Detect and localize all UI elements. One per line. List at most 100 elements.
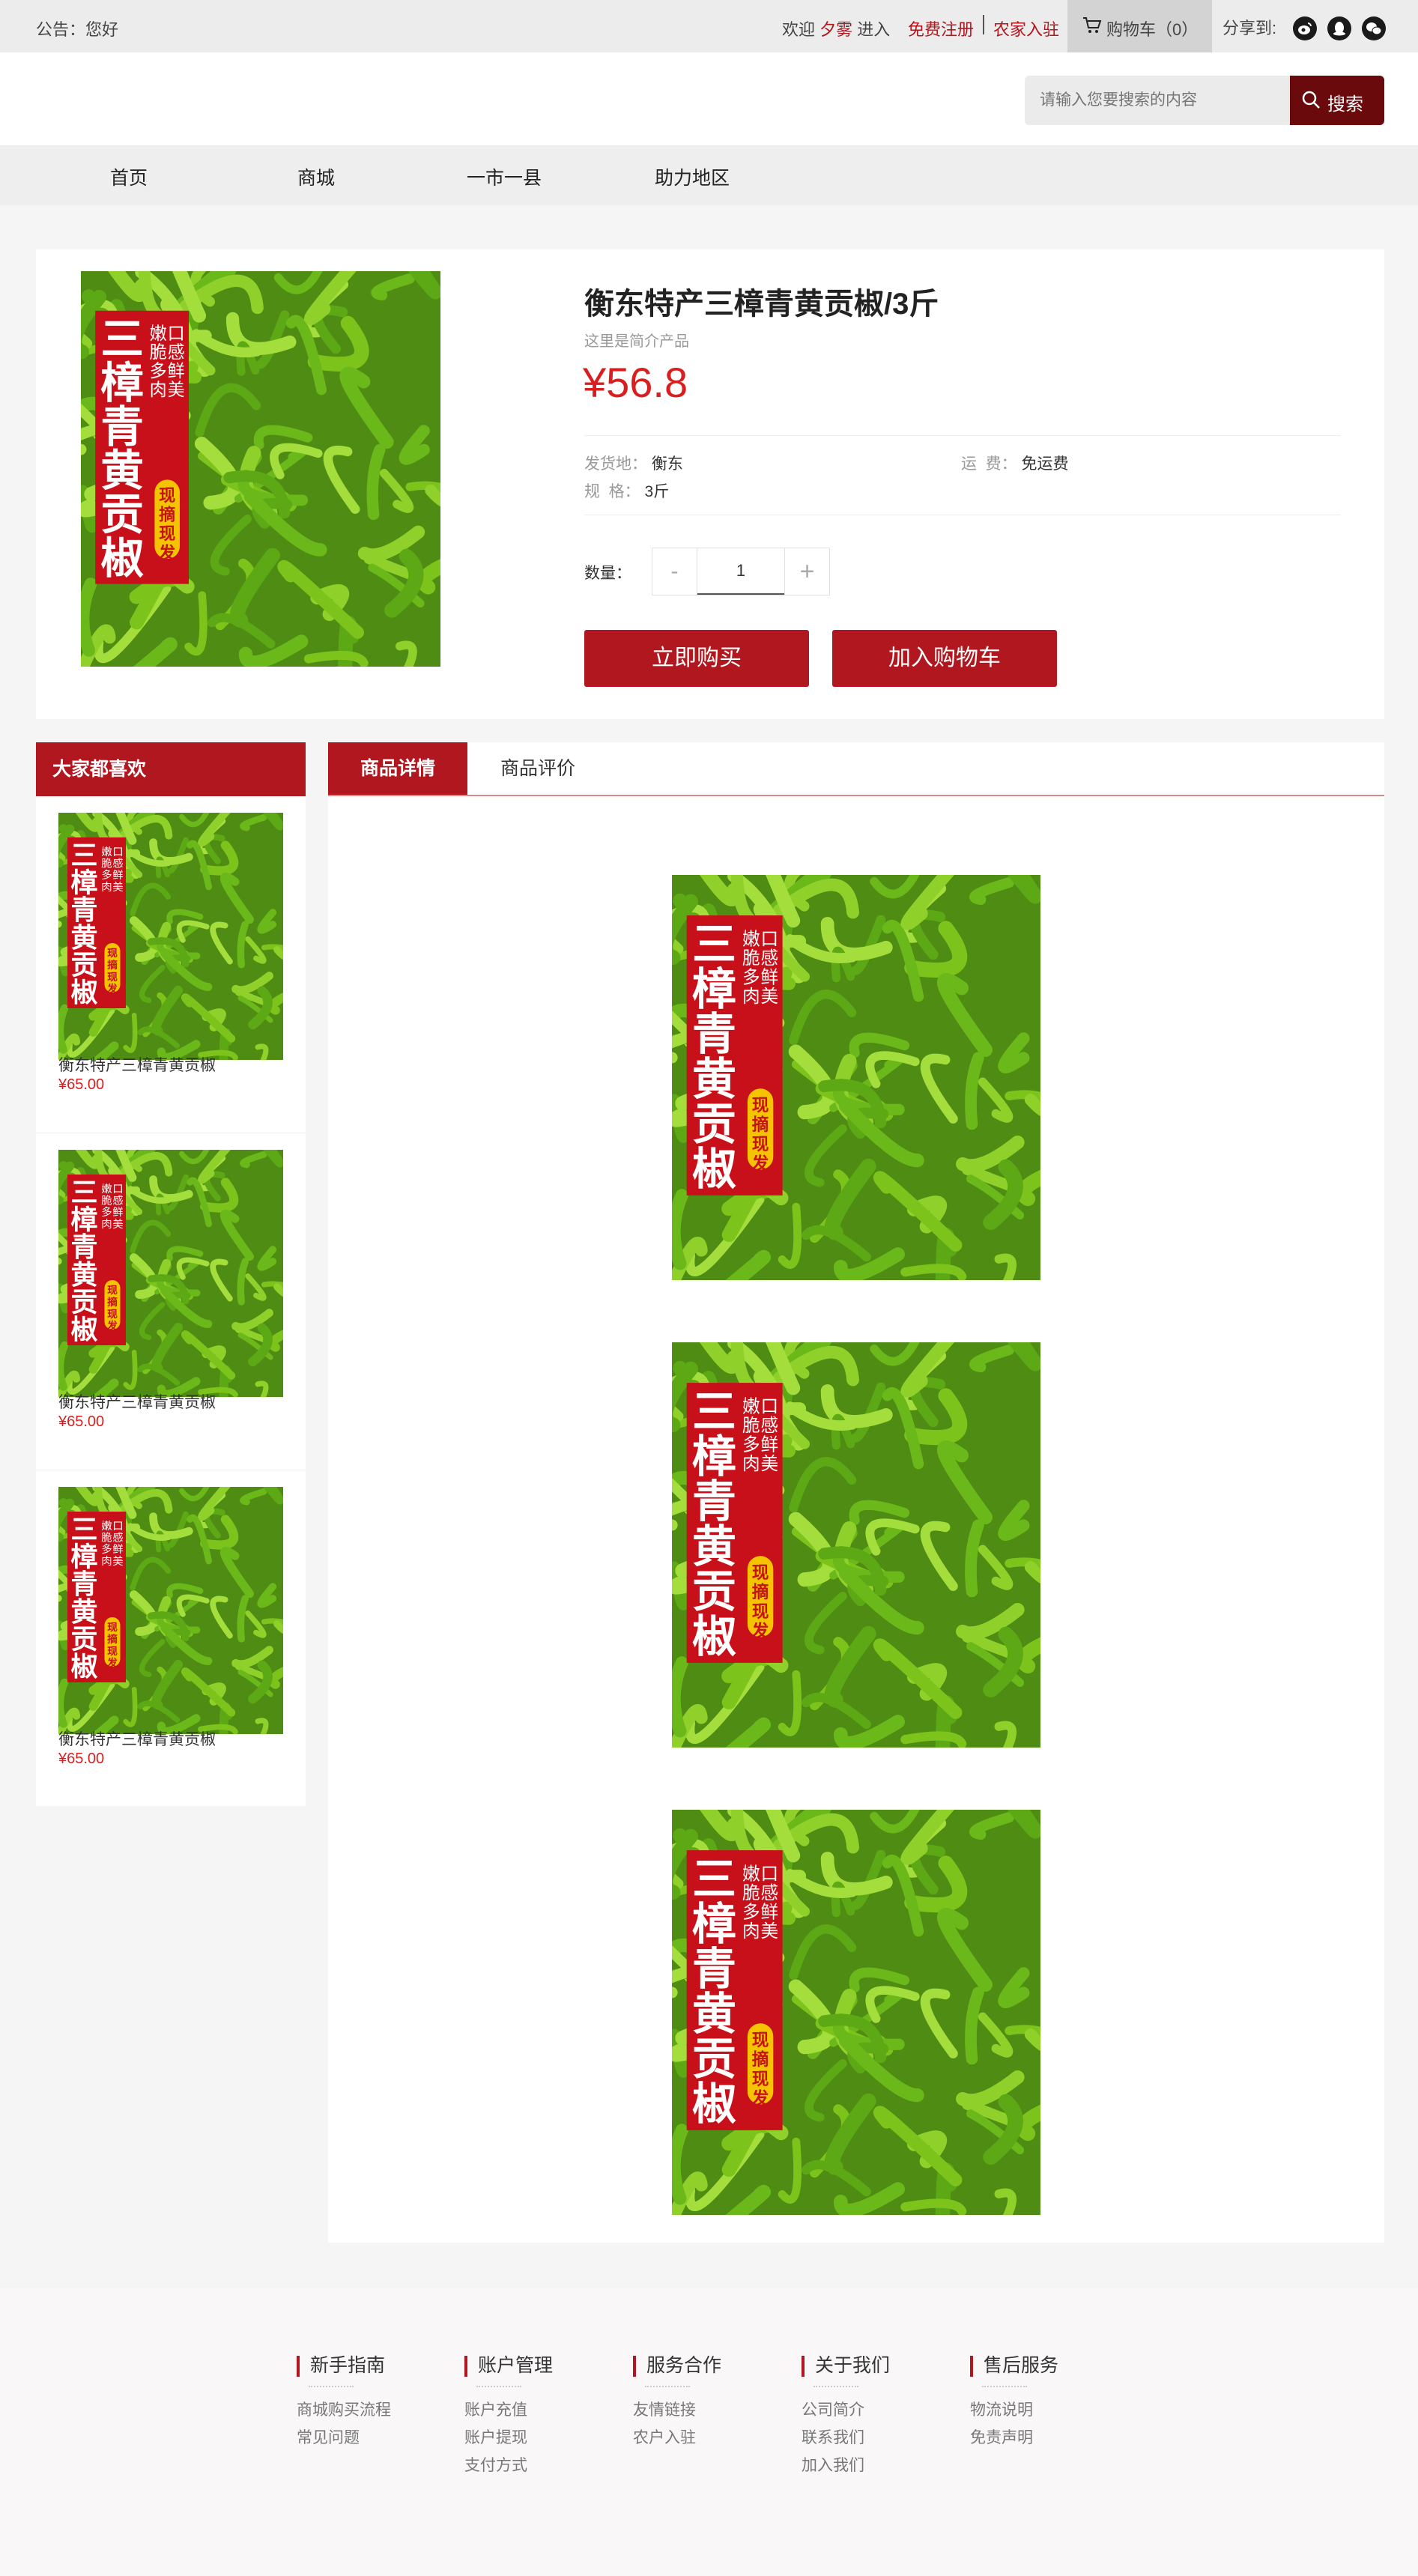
svg-text:三: 三: [70, 840, 97, 871]
nav-aid-regions[interactable]: 助力地区: [655, 163, 730, 190]
footer-link[interactable]: 常见问题: [297, 2424, 391, 2452]
buy-now-button[interactable]: 立即购买: [584, 630, 809, 687]
cart-button[interactable]: 购物车（0）: [1067, 0, 1212, 52]
tab-product-reviews[interactable]: 商品评价: [500, 742, 575, 795]
add-to-cart-button[interactable]: 加入购物车: [832, 630, 1057, 687]
footer-link[interactable]: 账户提现: [464, 2424, 553, 2452]
nav-mall[interactable]: 商城: [297, 163, 335, 190]
recommend-item-name[interactable]: 衡东特产三樟青黄贡椒: [58, 1727, 216, 1750]
welcome-prefix: 欢迎: [782, 20, 816, 39]
footer: 新手指南 商城购买流程 常见问题 账户管理 账户充值 账户提现 支付方式 服务合…: [0, 2288, 1418, 2576]
search-button[interactable]: 搜索: [1290, 76, 1384, 125]
svg-text:现: 现: [752, 2070, 769, 2089]
header: 搜索: [0, 52, 1418, 145]
product-main-image[interactable]: 三樟青黄贡椒 嫩脆多肉 口感鲜美 现摘现发: [81, 271, 440, 667]
recommend-item-name[interactable]: 衡东特产三樟青黄贡椒: [58, 1390, 216, 1413]
quantity-plus-button[interactable]: +: [784, 548, 829, 595]
recommend-item-price: ¥65.00: [58, 1076, 105, 1093]
recommend-item[interactable]: 三樟青黄贡椒 嫩脆多肉 口感鲜美 现摘现发 衡东特产三樟青黄贡椒 ¥65.00: [36, 1470, 306, 1807]
svg-text:发: 发: [751, 1621, 769, 1641]
svg-text:现: 现: [107, 1646, 118, 1658]
svg-text:发: 发: [158, 544, 176, 563]
divider: [645, 2386, 690, 2387]
svg-text:摘: 摘: [159, 506, 175, 525]
svg-text:三: 三: [692, 918, 736, 970]
footer-link[interactable]: 加入我们: [802, 2452, 890, 2479]
welcome-text: 欢迎 夕雾 进入: [782, 16, 890, 40]
svg-text:口: 口: [168, 324, 185, 344]
svg-text:樟: 樟: [692, 1431, 736, 1482]
sidebar-title: 大家都喜欢: [36, 742, 306, 796]
origin-value: 衡东: [651, 455, 683, 473]
nav-city-county[interactable]: 一市一县: [467, 163, 542, 190]
svg-text:嫩: 嫩: [742, 1863, 760, 1884]
tab-underline: [328, 795, 1384, 796]
footer-link[interactable]: 商城购买流程: [297, 2396, 391, 2424]
product-price: ¥56.8: [583, 359, 688, 406]
svg-text:多: 多: [101, 1543, 112, 1556]
svg-text:现: 现: [159, 487, 175, 506]
svg-text:摘: 摘: [107, 959, 118, 972]
recommend-item[interactable]: 三樟青黄贡椒 嫩脆多肉 口感鲜美 现摘现发 衡东特产三樟青黄贡椒 ¥65.00: [36, 1133, 306, 1470]
wechat-icon[interactable]: [1362, 16, 1386, 40]
svg-text:黄: 黄: [692, 1053, 736, 1105]
register-link[interactable]: 免费注册: [908, 16, 974, 40]
svg-text:黄: 黄: [692, 1988, 736, 2040]
footer-link[interactable]: 免责声明: [970, 2424, 1058, 2452]
svg-text:贡: 贡: [70, 1287, 97, 1318]
svg-text:贡: 贡: [100, 490, 144, 540]
footer-link[interactable]: 账户充值: [464, 2396, 553, 2424]
svg-text:感: 感: [112, 1532, 123, 1545]
svg-text:脆: 脆: [101, 1194, 112, 1207]
quantity-minus-button[interactable]: -: [652, 548, 697, 595]
footer-link[interactable]: 友情链接: [633, 2396, 721, 2424]
svg-text:贡: 贡: [692, 2033, 736, 2085]
footer-link[interactable]: 物流说明: [970, 2396, 1058, 2424]
svg-text:摘: 摘: [107, 1633, 118, 1646]
svg-text:青: 青: [692, 1943, 736, 1995]
recommend-item-image[interactable]: 三樟青黄贡椒 嫩脆多肉 口感鲜美 现摘现发: [58, 813, 283, 1060]
svg-text:摘: 摘: [752, 2049, 769, 2070]
svg-text:黄: 黄: [70, 923, 97, 954]
svg-text:多: 多: [101, 869, 112, 882]
svg-text:黄: 黄: [70, 1260, 97, 1291]
footer-link[interactable]: 支付方式: [464, 2452, 553, 2479]
footer-col-about: 关于我们 公司简介 联系我们 加入我们: [802, 2356, 890, 2479]
announcement: 公告：您好: [36, 20, 119, 39]
svg-text:青: 青: [70, 895, 97, 926]
svg-text:口: 口: [112, 846, 123, 858]
footer-link[interactable]: 联系我们: [802, 2424, 890, 2452]
svg-text:感: 感: [761, 1415, 779, 1436]
recommend-item-name[interactable]: 衡东特产三樟青黄贡椒: [58, 1053, 216, 1076]
svg-text:嫩: 嫩: [101, 1183, 112, 1195]
nav-home[interactable]: 首页: [110, 163, 148, 190]
svg-text:青: 青: [692, 1476, 736, 1527]
recommend-item-image[interactable]: 三樟青黄贡椒 嫩脆多肉 口感鲜美 现摘现发: [58, 1487, 283, 1734]
svg-text:现: 现: [752, 1563, 769, 1583]
tab-product-detail[interactable]: 商品详情: [328, 742, 467, 795]
svg-text:嫩: 嫩: [742, 1395, 760, 1416]
footer-col-aftersales: 售后服务 物流说明 免责声明: [970, 2356, 1058, 2452]
svg-text:椒: 椒: [692, 2078, 736, 2130]
farmer-join-link[interactable]: 农家入驻: [993, 16, 1059, 40]
footer-link[interactable]: 农户入驻: [633, 2424, 721, 2452]
svg-text:肉: 肉: [742, 986, 760, 1007]
svg-text:嫩: 嫩: [742, 928, 760, 949]
recommend-item[interactable]: 三樟青黄贡椒 嫩脆多肉 口感鲜美 现摘现发 衡东特产三樟青黄贡椒 ¥65.00: [36, 796, 306, 1133]
search-input[interactable]: [1025, 76, 1291, 125]
weibo-icon[interactable]: [1293, 16, 1317, 40]
recommend-item-image[interactable]: 三樟青黄贡椒 嫩脆多肉 口感鲜美 现摘现发: [58, 1150, 283, 1397]
svg-text:鲜: 鲜: [168, 362, 185, 381]
footer-link[interactable]: 公司简介: [802, 2396, 890, 2424]
svg-text:脆: 脆: [742, 948, 760, 969]
quantity-input[interactable]: 1: [697, 548, 784, 595]
username-link[interactable]: 夕雾: [819, 20, 852, 39]
svg-text:美: 美: [761, 1921, 779, 1942]
svg-text:感: 感: [112, 858, 123, 870]
qq-icon[interactable]: [1327, 16, 1351, 40]
product-subtitle: 这里是简介产品: [584, 333, 689, 350]
svg-text:美: 美: [112, 881, 123, 894]
svg-text:嫩: 嫩: [101, 1520, 112, 1533]
svg-text:三: 三: [70, 1515, 97, 1545]
svg-text:发: 发: [106, 1657, 118, 1670]
